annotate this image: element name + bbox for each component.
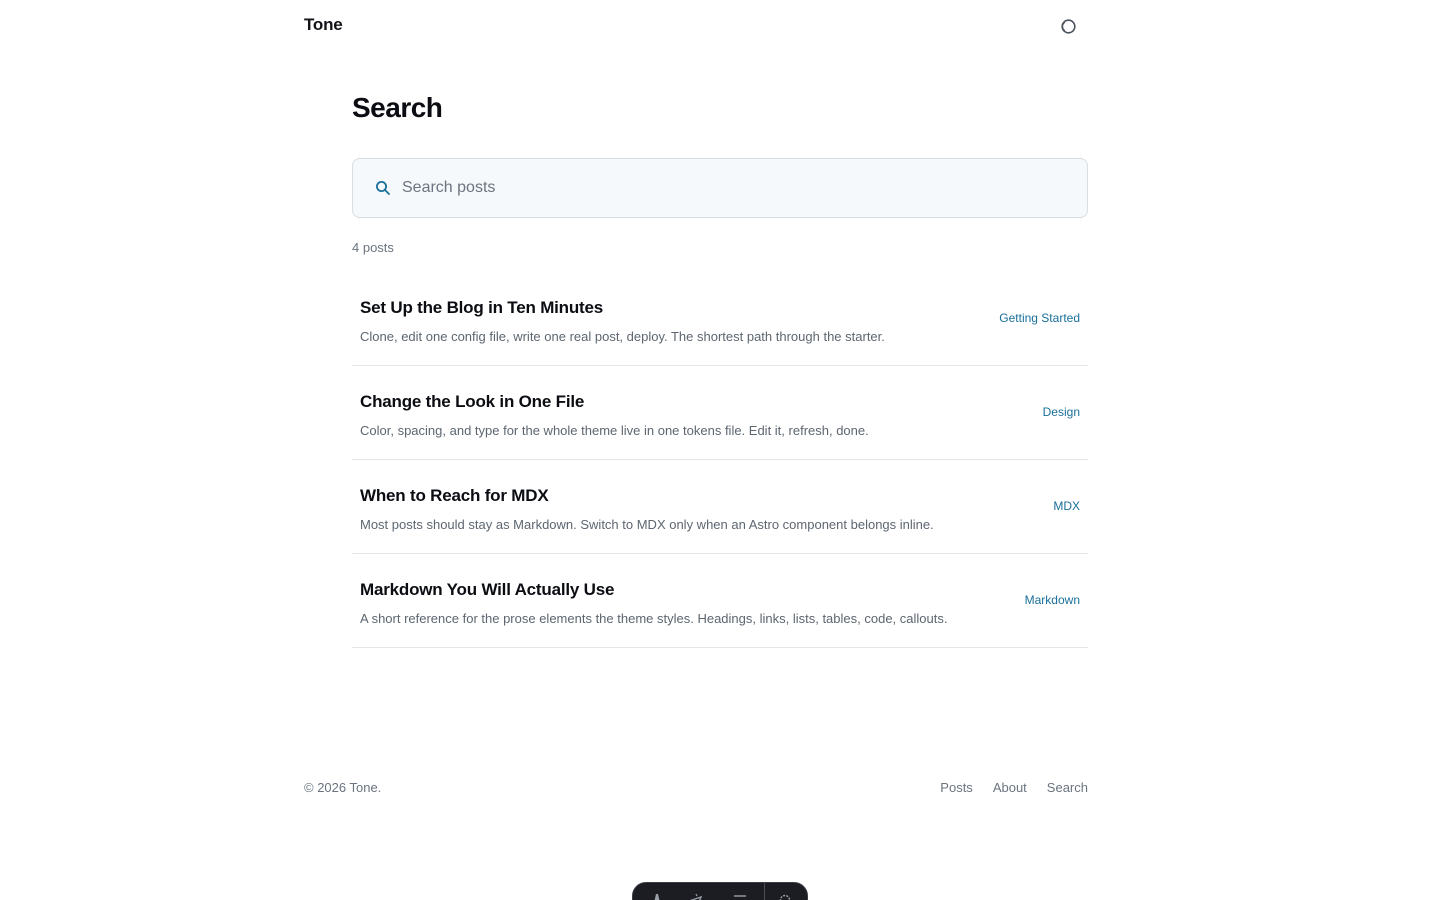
result-item: Markdown You Will Actually Use A short r… <box>352 554 1088 648</box>
search-icon <box>376 181 390 195</box>
result-description: Color, spacing, and type for the whole t… <box>360 423 869 438</box>
toolbar-divider <box>764 883 765 900</box>
search-input[interactable] <box>402 159 1072 217</box>
footer-nav: Posts About Search <box>940 780 1088 795</box>
result-title: Markdown You Will Actually Use <box>360 580 615 599</box>
result-title: Set Up the Blog in Ten Minutes <box>360 298 604 317</box>
result-tag: Markdown <box>1024 593 1080 607</box>
cursor-icon[interactable] <box>689 891 705 900</box>
result-description: Clone, edit one config file, write one r… <box>360 329 885 344</box>
result-item: Change the Look in One File Color, spaci… <box>352 366 1088 460</box>
main-content: Search 4 posts Set Up the Blog in Ten Mi… <box>352 92 1088 648</box>
brand-link[interactable]: Tone <box>304 15 343 35</box>
theme-toggle-button[interactable] <box>1060 18 1077 35</box>
gear-icon[interactable] <box>777 891 793 900</box>
result-item: When to Reach for MDX Most posts should … <box>352 460 1088 554</box>
result-tag: Getting Started <box>999 311 1080 325</box>
result-link[interactable]: When to Reach for MDX Most posts should … <box>352 460 1088 553</box>
half-circle-icon <box>1061 19 1076 34</box>
result-tag: MDX <box>1053 499 1080 513</box>
copyright-text: © 2026 Tone. <box>304 780 382 795</box>
result-description: Most posts should stay as Markdown. Swit… <box>360 517 934 532</box>
search-box <box>352 158 1088 218</box>
dev-toolbar <box>632 882 808 900</box>
result-link[interactable]: Markdown You Will Actually Use A short r… <box>352 554 1088 647</box>
footer-link-posts[interactable]: Posts <box>940 780 973 795</box>
menu-icon[interactable] <box>732 891 748 900</box>
result-link[interactable]: Set Up the Blog in Ten Minutes Clone, ed… <box>352 272 1088 365</box>
result-link[interactable]: Change the Look in One File Color, spaci… <box>352 366 1088 459</box>
astro-logo-icon[interactable] <box>649 891 665 900</box>
results-count: 4 posts <box>352 240 394 255</box>
results-list: Set Up the Blog in Ten Minutes Clone, ed… <box>352 272 1088 648</box>
site-footer: © 2026 Tone. Posts About Search <box>304 780 1088 800</box>
result-item: Set Up the Blog in Ten Minutes Clone, ed… <box>352 272 1088 366</box>
result-tag: Design <box>1042 405 1080 419</box>
result-title: Change the Look in One File <box>360 392 585 411</box>
result-title: When to Reach for MDX <box>360 486 549 505</box>
footer-link-search[interactable]: Search <box>1047 780 1088 795</box>
page-title: Search <box>352 92 443 123</box>
footer-link-about[interactable]: About <box>993 780 1027 795</box>
site-header: Tone <box>304 0 1088 52</box>
result-description: A short reference for the prose elements… <box>360 611 948 626</box>
